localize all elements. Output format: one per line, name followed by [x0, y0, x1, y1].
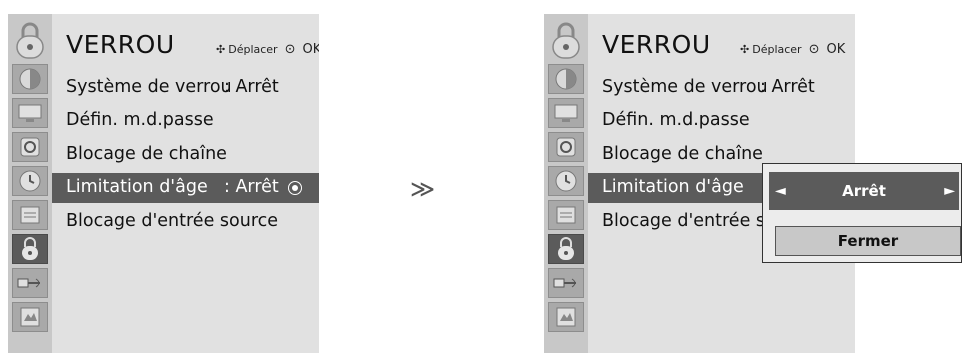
nav-move-label: Déplacer	[228, 43, 278, 56]
nav-move-label: Déplacer	[752, 43, 802, 56]
menu-item-channel-block[interactable]: Blocage de chaîne	[602, 144, 763, 164]
item-label: Limitation d'âge	[66, 177, 208, 197]
nav-hint: ✣ Déplacer ⊙ OK	[740, 42, 845, 57]
nav-ok-label: OK	[302, 42, 319, 57]
menu-item-set-password[interactable]: Défin. m.d.passe	[602, 110, 750, 130]
menu-item-lock-system[interactable]: Système de verrou : Arrêt	[602, 77, 815, 97]
audio-icon[interactable]	[548, 132, 584, 162]
ok-radio-icon	[288, 181, 302, 195]
option-icon[interactable]	[12, 200, 48, 230]
icon-column	[544, 14, 588, 353]
menu-item-set-password[interactable]: Défin. m.d.passe	[66, 110, 214, 130]
move-icon: ✣	[216, 43, 226, 56]
input-icon[interactable]	[12, 268, 48, 298]
usb-icon[interactable]	[548, 302, 584, 332]
picture-icon[interactable]	[548, 64, 584, 94]
move-icon: ✣	[740, 43, 750, 56]
item-label: Défin. m.d.passe	[66, 110, 214, 130]
menu-item-input-block[interactable]: Blocage d'entrée sou	[602, 211, 787, 231]
item-label: Blocage d'entrée sou	[602, 211, 787, 231]
nav-ok-label: OK	[826, 42, 846, 57]
icon-column	[8, 14, 52, 353]
item-label: Limitation d'âge	[602, 177, 744, 197]
close-button[interactable]: Fermer	[775, 226, 961, 256]
menu-item-age-limit[interactable]: Limitation d'âge : Arrêt	[66, 177, 279, 197]
item-label: Système de verrou	[66, 77, 232, 97]
ok-icon: ⊙	[808, 42, 820, 57]
input-icon[interactable]	[548, 268, 584, 298]
time-icon[interactable]	[548, 166, 584, 196]
item-label: Blocage de chaîne	[66, 144, 227, 164]
item-label: Blocage de chaîne	[602, 144, 763, 164]
usb-icon[interactable]	[12, 302, 48, 332]
arrow-right-icon[interactable]: ►	[944, 183, 955, 199]
lock-icon	[16, 22, 44, 59]
age-limit-popup: ◄ Arrêt ► Fermer	[762, 163, 962, 263]
step-arrow: ≫	[410, 175, 436, 203]
lock-icon	[552, 22, 580, 59]
screen-icon[interactable]	[12, 98, 48, 128]
screen-icon[interactable]	[548, 98, 584, 128]
item-label: Système de verrou	[602, 77, 768, 97]
menu-title: VERROU	[602, 30, 711, 59]
selected-value: Arrêt	[842, 182, 886, 200]
menu-item-input-block[interactable]: Blocage d'entrée source	[66, 211, 278, 231]
picture-icon[interactable]	[12, 64, 48, 94]
item-label: Blocage d'entrée source	[66, 211, 279, 231]
menu-title: VERROU	[66, 30, 175, 59]
time-icon[interactable]	[12, 166, 48, 196]
item-value: : Arrêt	[224, 177, 279, 197]
value-selector[interactable]: ◄ Arrêt ►	[769, 172, 959, 210]
option-icon[interactable]	[548, 200, 584, 230]
item-value: : Arrêt	[760, 77, 815, 97]
menu-item-age-limit[interactable]: Limitation d'âge :	[602, 177, 766, 197]
item-label: Défin. m.d.passe	[602, 110, 750, 130]
lock-menu-left: VERROU ✣ Déplacer ⊙ OK Système de verrou…	[8, 14, 319, 353]
audio-icon[interactable]	[12, 132, 48, 162]
lock-icon[interactable]	[12, 234, 48, 264]
menu-item-channel-block[interactable]: Blocage de chaîne	[66, 144, 227, 164]
nav-hint: ✣ Déplacer ⊙ OK	[216, 42, 319, 57]
ok-icon: ⊙	[284, 42, 296, 57]
lock-icon[interactable]	[548, 234, 584, 264]
menu-item-lock-system[interactable]: Système de verrou : Arrêt	[66, 77, 279, 97]
item-value: : Arrêt	[224, 77, 279, 97]
